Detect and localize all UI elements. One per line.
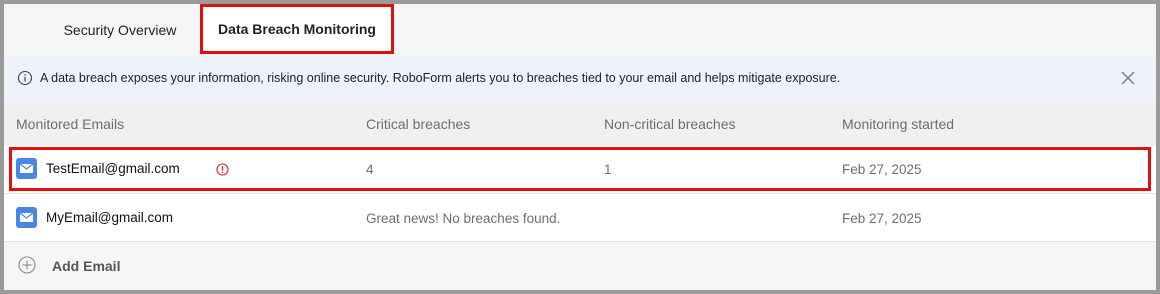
banner-text: A data breach exposes your information, … xyxy=(40,71,841,85)
plus-circle-icon[interactable] xyxy=(18,256,36,274)
row-email: TestEmail@gmail.com xyxy=(46,161,180,176)
alert-circle-icon xyxy=(216,163,229,176)
row-monitoring-started: Feb 27, 2025 xyxy=(842,211,922,226)
mail-icon xyxy=(16,207,37,228)
tab-bar: Security Overview Data Breach Monitoring xyxy=(4,4,1156,57)
table-row[interactable]: TestEmail@gmail.com 4 1 Feb 27, 2025 xyxy=(4,146,1156,193)
info-icon xyxy=(17,70,33,86)
row-critical-count: 4 xyxy=(366,162,374,177)
header-noncritical-breaches: Non-critical breaches xyxy=(604,116,736,132)
table-row[interactable]: MyEmail@gmail.com Great news! No breache… xyxy=(4,193,1156,241)
header-critical-breaches: Critical breaches xyxy=(366,116,471,132)
tab-security-overview[interactable]: Security Overview xyxy=(40,4,200,56)
tab-data-breach-monitoring-label: Data Breach Monitoring xyxy=(218,21,376,37)
add-email-row[interactable]: Add Email xyxy=(4,241,1156,290)
header-monitored-emails: Monitored Emails xyxy=(16,116,125,132)
app-frame: Security Overview Data Breach Monitoring… xyxy=(0,0,1160,294)
tab-security-overview-label: Security Overview xyxy=(63,22,177,38)
close-icon[interactable] xyxy=(1120,70,1136,86)
row-status: Great news! No breaches found. xyxy=(366,211,561,226)
row-email: MyEmail@gmail.com xyxy=(46,210,173,225)
info-banner: A data breach exposes your information, … xyxy=(4,56,1156,102)
mail-icon xyxy=(16,158,37,179)
row-noncritical-count: 1 xyxy=(604,162,612,177)
table-header: Monitored Emails Critical breaches Non-c… xyxy=(4,102,1156,146)
tab-data-breach-monitoring[interactable]: Data Breach Monitoring xyxy=(200,4,394,54)
add-email-button[interactable]: Add Email xyxy=(52,258,120,274)
header-monitoring-started: Monitoring started xyxy=(842,116,955,132)
row-monitoring-started: Feb 27, 2025 xyxy=(842,162,922,177)
